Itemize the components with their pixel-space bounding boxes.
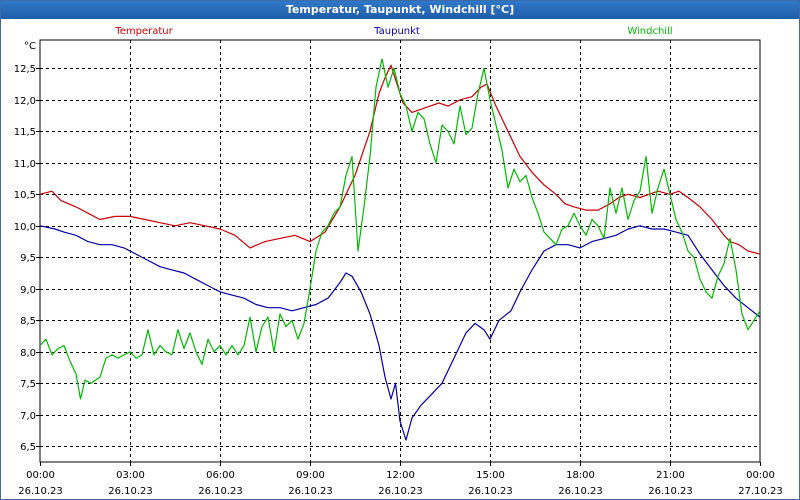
- x-tick-label-time: 15:00: [476, 470, 505, 481]
- legend-entry-temperatur: Temperatur: [114, 26, 173, 37]
- y-axis: 6,5 7,0 7,5 8,0 8,5 9,0 9,5 10,0 10,5 11,0 11,5 12,…: [14, 64, 40, 453]
- x-tick-label-time: 03:00: [116, 470, 145, 481]
- x-tick-label-date: 26.10.23: [288, 486, 333, 497]
- x-tick-label-date: 26.10.23: [468, 486, 513, 497]
- legend-entry-taupunkt: Taupunkt: [373, 26, 420, 37]
- y-tick-label: 11,5: [14, 127, 36, 138]
- y-tick-label: 10,5: [14, 190, 36, 201]
- x-tick-label-date: 26.10.23: [558, 486, 603, 497]
- legend-entry-windchill: Windchill: [627, 26, 672, 37]
- legend: Temperatur Taupunkt Windchill: [114, 26, 672, 37]
- y-tick-label: 12,0: [14, 96, 36, 107]
- x-tick-label-time: 18:00: [566, 470, 595, 481]
- y-axis-unit-label: °C: [24, 41, 36, 52]
- x-tick-label-date: 26.10.23: [198, 486, 243, 497]
- x-axis: 00:00 26.10.23 03:00 26.10.23 06:00 26.10.23 0…: [18, 462, 783, 497]
- x-tick-label-time: 21:00: [656, 470, 685, 481]
- x-tick-label-date: 26.10.23: [648, 486, 693, 497]
- y-tick-label: 10,0: [14, 222, 36, 233]
- y-tick-label: 8,0: [20, 348, 36, 359]
- x-tick-label-time: 06:00: [206, 470, 235, 481]
- y-tick-label: 6,5: [20, 442, 36, 453]
- x-tick-label-date: 26.10.23: [108, 486, 153, 497]
- y-tick-label: 7,5: [20, 379, 36, 390]
- y-tick-label: 7,0: [20, 411, 36, 422]
- x-tick-label-time: 09:00: [296, 470, 325, 481]
- y-tick-label: 12,5: [14, 64, 36, 75]
- x-tick-label-time: 12:00: [386, 470, 415, 481]
- x-tick-label-date: 27.10.23: [738, 486, 783, 497]
- y-tick-label: 8,5: [20, 316, 36, 327]
- x-tick-label-time: 00:00: [26, 470, 55, 481]
- x-tick-label-date: 26.10.23: [378, 486, 423, 497]
- y-tick-label: 11,0: [14, 159, 36, 170]
- y-tick-label: 9,5: [20, 253, 36, 264]
- x-tick-label-time: 00:00: [746, 470, 775, 481]
- line-chart: 6,5 7,0 7,5 8,0 8,5 9,0 9,5 10,0 10,5 11,0 11,5 12,…: [14, 26, 783, 497]
- grid: [40, 40, 760, 462]
- x-tick-label-date: 26.10.23: [18, 486, 63, 497]
- y-tick-label: 9,0: [20, 285, 36, 296]
